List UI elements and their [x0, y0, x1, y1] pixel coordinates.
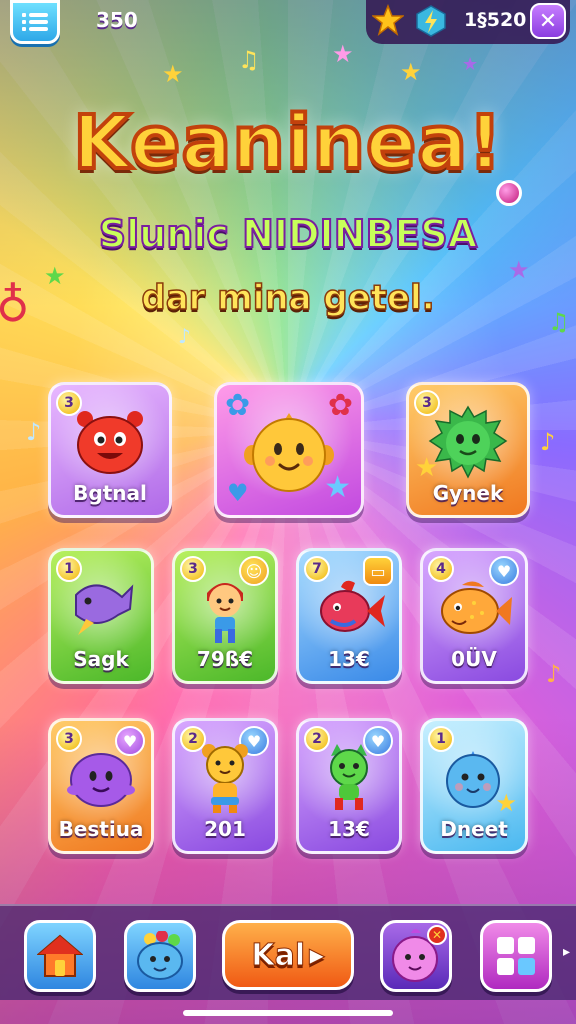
star-icon: ★ — [332, 40, 354, 68]
kid-character-icon — [207, 583, 243, 644]
play-button-label: Kal — [251, 937, 306, 973]
creature-card[interactable]: 2 ♥ 201 — [172, 718, 278, 854]
grid-menu-button[interactable] — [480, 920, 552, 992]
creature-shop-icon: ✕ — [392, 925, 447, 982]
card-label: Bgtnal — [73, 481, 147, 505]
star-icon: ★ — [162, 60, 184, 88]
menu-icon — [22, 13, 48, 31]
creature-card[interactable]: 2 ♥ 13€ — [296, 718, 402, 854]
play-icon: ▶ — [309, 943, 325, 968]
purple-fish-creature-icon — [75, 584, 134, 636]
creature-card[interactable]: 3 ☺ 79ß€ — [172, 548, 278, 684]
card-label: 79ß€ — [196, 647, 254, 671]
card-label: 13€ — [328, 647, 370, 671]
pet-creature-icon — [137, 931, 183, 980]
music-note-icon: ♪ — [178, 324, 191, 348]
menu-button[interactable] — [10, 0, 60, 44]
music-note-icon: ♪ — [26, 418, 42, 446]
creature-card[interactable]: 3 Bgtnal — [48, 382, 172, 518]
star-icon: ★ — [495, 789, 517, 817]
green-dino-creature-icon — [330, 744, 368, 811]
pets-button[interactable] — [124, 920, 196, 992]
bottom-nav-bar: Kal ▶ ✕ ▸ — [0, 904, 576, 1000]
creature-card[interactable]: 1 ★ Dneet — [420, 718, 528, 854]
card-label: 201 — [204, 817, 246, 841]
game-title: Keaninea! — [71, 98, 504, 188]
close-icon: ✕ — [538, 8, 558, 34]
creature-card[interactable]: 4 ♥ 0ÜV — [420, 548, 528, 684]
svg-text:✕: ✕ — [432, 928, 442, 942]
creature-card-featured[interactable]: ✿ ✿ ♥ ★ — [214, 382, 364, 518]
music-note-icon: ♫ — [238, 46, 260, 74]
home-indicator — [183, 1010, 393, 1016]
card-label: 13€ — [328, 817, 370, 841]
game-subtitle: Slunic NIDINBESA — [98, 211, 478, 257]
card-label: Sagk — [73, 647, 129, 671]
play-button[interactable]: Kal ▶ — [222, 920, 354, 990]
creature-shop-button[interactable]: ✕ — [380, 920, 452, 992]
home-button[interactable] — [24, 920, 96, 992]
orange-fish-creature-icon — [441, 581, 512, 635]
red-creature-icon — [77, 411, 143, 475]
creature-card[interactable]: 7 ▭ 13€ — [296, 548, 402, 684]
bolt-gem-icon — [416, 5, 446, 37]
title-gem-icon — [496, 180, 522, 206]
gem-counter: 1§520 — [464, 9, 527, 31]
yellow-creature-icon — [244, 413, 334, 492]
house-icon — [37, 934, 83, 977]
card-label: Bestiua — [58, 817, 144, 841]
music-note-icon: ♪ — [546, 660, 562, 688]
coin-counter: 350 — [96, 8, 138, 32]
grid-icon — [497, 937, 535, 975]
creature-card[interactable]: 3 ★ Gynek — [406, 382, 530, 518]
card-label: Gynek — [432, 481, 504, 505]
tagline: dar mina getel. — [141, 277, 436, 319]
music-note-icon: ♪ — [540, 428, 556, 456]
creature-card[interactable]: 3 ♥ Bestiua — [48, 718, 154, 854]
bear-creature-icon — [202, 744, 248, 814]
star-icon — [372, 4, 404, 36]
star-icon: ★ — [400, 58, 422, 86]
close-button[interactable]: ✕ — [530, 3, 566, 39]
more-arrow-icon[interactable]: ▸ — [563, 944, 570, 960]
red-fish-creature-icon — [320, 580, 385, 633]
green-creature-icon — [428, 405, 508, 479]
card-label: Dneet — [440, 817, 508, 841]
creature-card[interactable]: 1 Sagk — [48, 548, 154, 684]
star-icon: ★ — [415, 453, 439, 483]
resource-panel: 1§520 ✕ — [366, 0, 570, 44]
card-label: 0ÜV — [451, 647, 497, 671]
purple-blob-creature-icon — [67, 753, 135, 808]
star-icon: ★ — [462, 54, 479, 75]
